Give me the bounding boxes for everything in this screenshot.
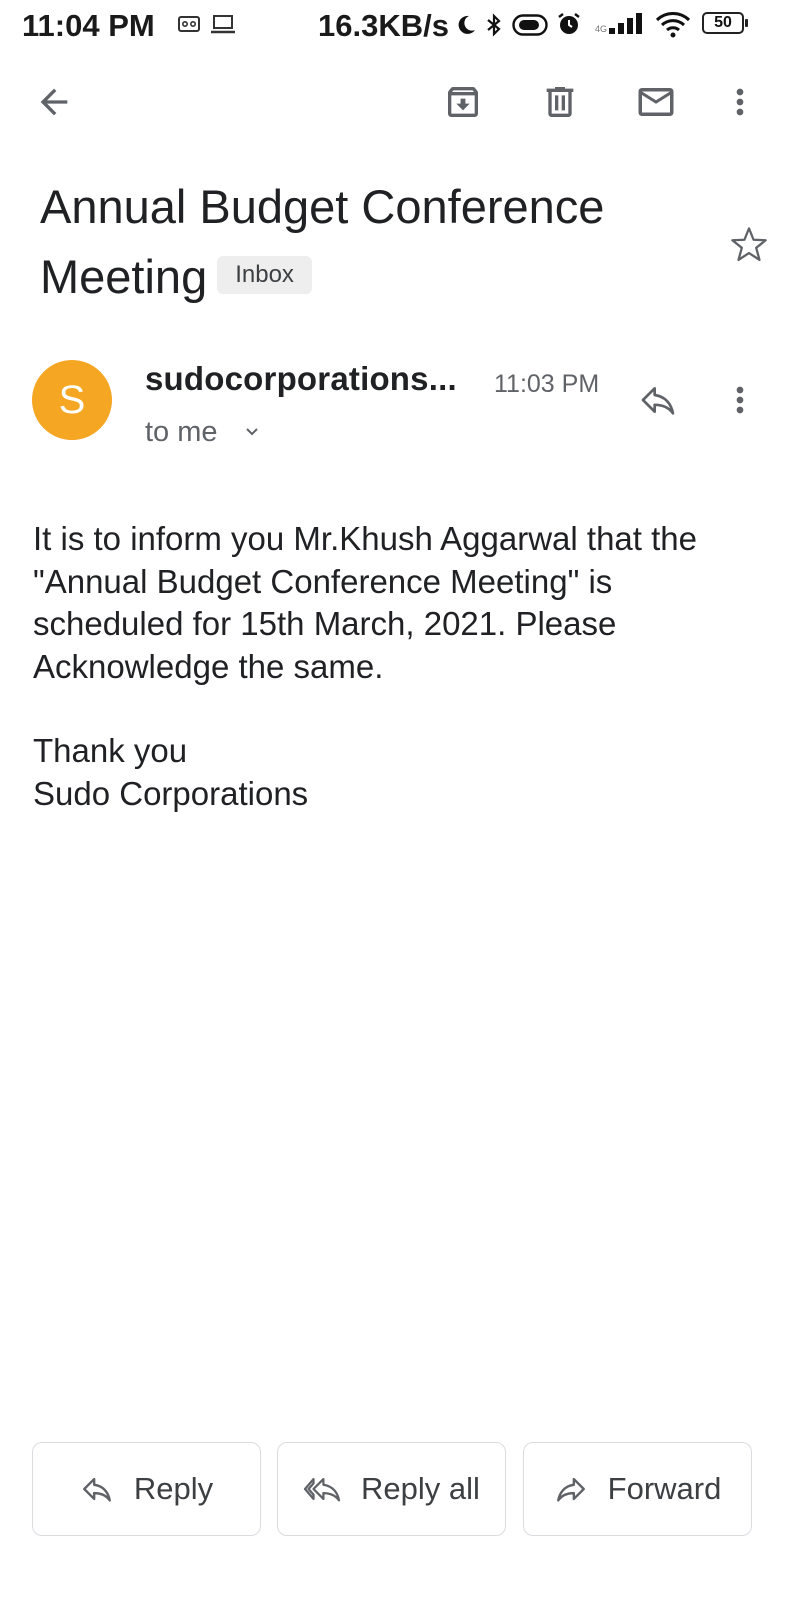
more-vert-icon (736, 386, 744, 414)
reply-icon (82, 1477, 111, 1502)
reply-all-button[interactable]: Reply all (277, 1442, 506, 1536)
battery-level: 50 (714, 14, 732, 31)
reply-all-icon (303, 1477, 341, 1502)
reply-label: Reply (133, 1471, 214, 1506)
reply-icon (641, 387, 675, 415)
inbox-label-chip[interactable]: Inbox (217, 255, 312, 294)
reply-quick-button[interactable] (630, 372, 686, 428)
network-speed: 16.3KB/s (318, 8, 449, 43)
svg-text:4G: 4G (595, 24, 607, 34)
recipient-details[interactable]: to me (145, 416, 218, 449)
battery-icon: 50 (702, 12, 744, 34)
more-vert-icon (736, 88, 744, 116)
body-paragraph: It is to inform you Mr.Khush Aggarwal th… (33, 520, 697, 685)
archive-icon (448, 87, 478, 117)
body-closing: Thank you (33, 732, 188, 769)
sent-time: 11:03 PM (494, 370, 600, 398)
status-bar: 11:04 PM 16.3KB/s 4G 50 (0, 0, 800, 52)
signal-icon: 4G (595, 13, 642, 34)
back-arrow-icon (40, 88, 68, 116)
delete-icon (546, 87, 574, 117)
sender-name[interactable]: sudocorporations... (145, 360, 457, 398)
reply-all-label: Reply all (361, 1471, 480, 1506)
back-button[interactable] (26, 74, 82, 130)
reply-button[interactable]: Reply (32, 1442, 261, 1536)
chevron-down-icon[interactable] (240, 420, 264, 444)
sender-avatar[interactable]: S (32, 360, 112, 440)
star-button[interactable] (728, 224, 770, 266)
forward-label: Forward (607, 1471, 722, 1506)
archive-button[interactable] (435, 74, 491, 130)
toggle-icon (512, 14, 548, 36)
message-more-button[interactable] (712, 372, 768, 428)
subject-text: Annual Budget Conference Meeting (40, 180, 605, 303)
forward-button[interactable]: Forward (523, 1442, 752, 1536)
email-subject: Annual Budget Conference Meeting Inbox (40, 172, 700, 312)
status-time: 11:04 PM (22, 8, 155, 43)
mark-unread-button[interactable] (628, 74, 684, 130)
battery-tip (745, 19, 748, 27)
mark-unread-icon (638, 88, 674, 116)
more-options-button[interactable] (712, 74, 768, 130)
alarm-icon (558, 13, 580, 34)
moon-icon (458, 15, 475, 34)
body-signature: Sudo Corporations (33, 774, 309, 812)
delete-button[interactable] (532, 74, 588, 130)
email-body: It is to inform you Mr.Khush Aggarwal th… (33, 518, 753, 815)
bluetooth-icon (487, 13, 501, 37)
forward-icon (556, 1477, 585, 1502)
voicemail-icon (178, 16, 200, 32)
wifi-icon (655, 12, 691, 38)
star-icon (731, 227, 767, 262)
laptop-icon (211, 15, 235, 34)
